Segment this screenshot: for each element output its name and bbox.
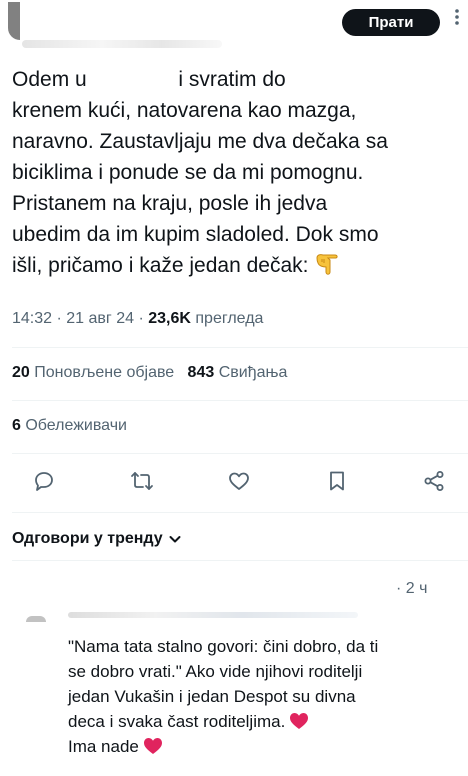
reply-line-1: "Nama tata stalno govori: čini dobro, da… (68, 637, 379, 656)
divider (12, 560, 468, 561)
reply-line-2: se dobro vrati." Ako vide njihovi rodite… (68, 662, 363, 681)
views-count: 23,6K (148, 310, 191, 327)
reply-text-fragment: deca i svaka čast roditeljima. (68, 712, 286, 731)
pointing-down-emoji-icon (314, 252, 340, 276)
replies-sort-dropdown[interactable]: Одговори у тренду (12, 530, 183, 548)
red-heart-emoji-icon (289, 712, 309, 730)
tweet-line-4: biciklima i ponude se da mi pomognu. (12, 161, 364, 184)
tweet-time[interactable]: 14:32 (12, 310, 52, 327)
repost-icon[interactable] (127, 466, 157, 496)
engagement-stats: 20 Поновљене објаве 843 Свиђања (12, 364, 287, 382)
tweet-text-fragment: Odem u (12, 68, 93, 91)
meta-separator: · (138, 310, 149, 327)
follow-button[interactable]: Прати (342, 9, 440, 36)
likes-count: 843 (187, 364, 215, 381)
chevron-down-icon (169, 536, 181, 543)
tweet-line-3: naravno. Zaustavljaju me dva dečaka sa (12, 130, 388, 153)
reply-author-avatar[interactable] (26, 616, 46, 622)
author-name-obscured (22, 40, 222, 48)
reply-icon[interactable] (29, 466, 59, 496)
reply-line-5: Ima nade (68, 734, 463, 759)
reply-text: "Nama tata stalno govori: čini dobro, da… (68, 634, 463, 759)
likes-stat[interactable]: 843 Свиђања (188, 364, 288, 381)
bookmarks-count: 6 (12, 417, 21, 434)
reply-author-obscured (68, 612, 358, 618)
likes-label: Свиђања (218, 364, 288, 381)
divider (12, 400, 468, 401)
meta-separator: · (56, 310, 67, 327)
reply-line-4: deca i svaka čast roditeljima. (68, 709, 463, 734)
bookmark-icon[interactable] (322, 466, 352, 496)
tweet-line-2: krenem kući, natovarena kao mazga, (12, 99, 357, 122)
reposts-count: 20 (12, 364, 30, 381)
tweet-line-1: Odem u i svratim do (12, 64, 464, 95)
more-options-icon[interactable] (448, 8, 466, 30)
tweet-text-fragment: išli, pričamo i kaže jedan dečak: (12, 254, 309, 277)
bookmarks-stat[interactable]: 6 Обележивачи (12, 417, 127, 435)
reposts-label: Поновљене објаве (34, 364, 175, 381)
tweet-header: Прати (0, 0, 468, 52)
reply-line-3: jedan Vukašin i jedan Despot su divna (68, 687, 356, 706)
bookmarks-label: Обележивачи (25, 417, 127, 434)
tweet-date[interactable]: 21 авг 24 (66, 310, 134, 327)
author-avatar[interactable] (8, 2, 20, 40)
tweet-line-6: ubedim da im kupim sladoled. Dok smo (12, 223, 379, 246)
reply-timestamp[interactable]: · 2 ч (396, 580, 427, 598)
divider (12, 512, 468, 513)
tweet-line-7: išli, pričamo i kaže jedan dečak: (12, 250, 464, 281)
divider (12, 347, 468, 348)
replies-sort-label: Одговори у тренду (12, 530, 163, 547)
tweet-meta: 14:32 · 21 авг 24 · 23,6K прегледа (12, 310, 263, 328)
red-heart-emoji-icon (143, 737, 163, 755)
share-icon[interactable] (419, 466, 449, 496)
tweet-text: Odem u i svratim do krenem kući, natovar… (12, 64, 464, 281)
reply-text-fragment: Ima nade (68, 737, 139, 756)
views-label: прегледа (195, 310, 264, 327)
redacted-text (286, 68, 368, 88)
reposts-stat[interactable]: 20 Поновљене објаве (12, 364, 174, 381)
tweet-actions-bar (0, 466, 468, 498)
redacted-text (93, 68, 173, 88)
like-icon[interactable] (224, 466, 254, 496)
tweet-line-5: Pristanem na kraju, posle ih jedva (12, 192, 328, 215)
divider (12, 453, 468, 454)
tweet-text-fragment: i svratim do (172, 68, 286, 91)
